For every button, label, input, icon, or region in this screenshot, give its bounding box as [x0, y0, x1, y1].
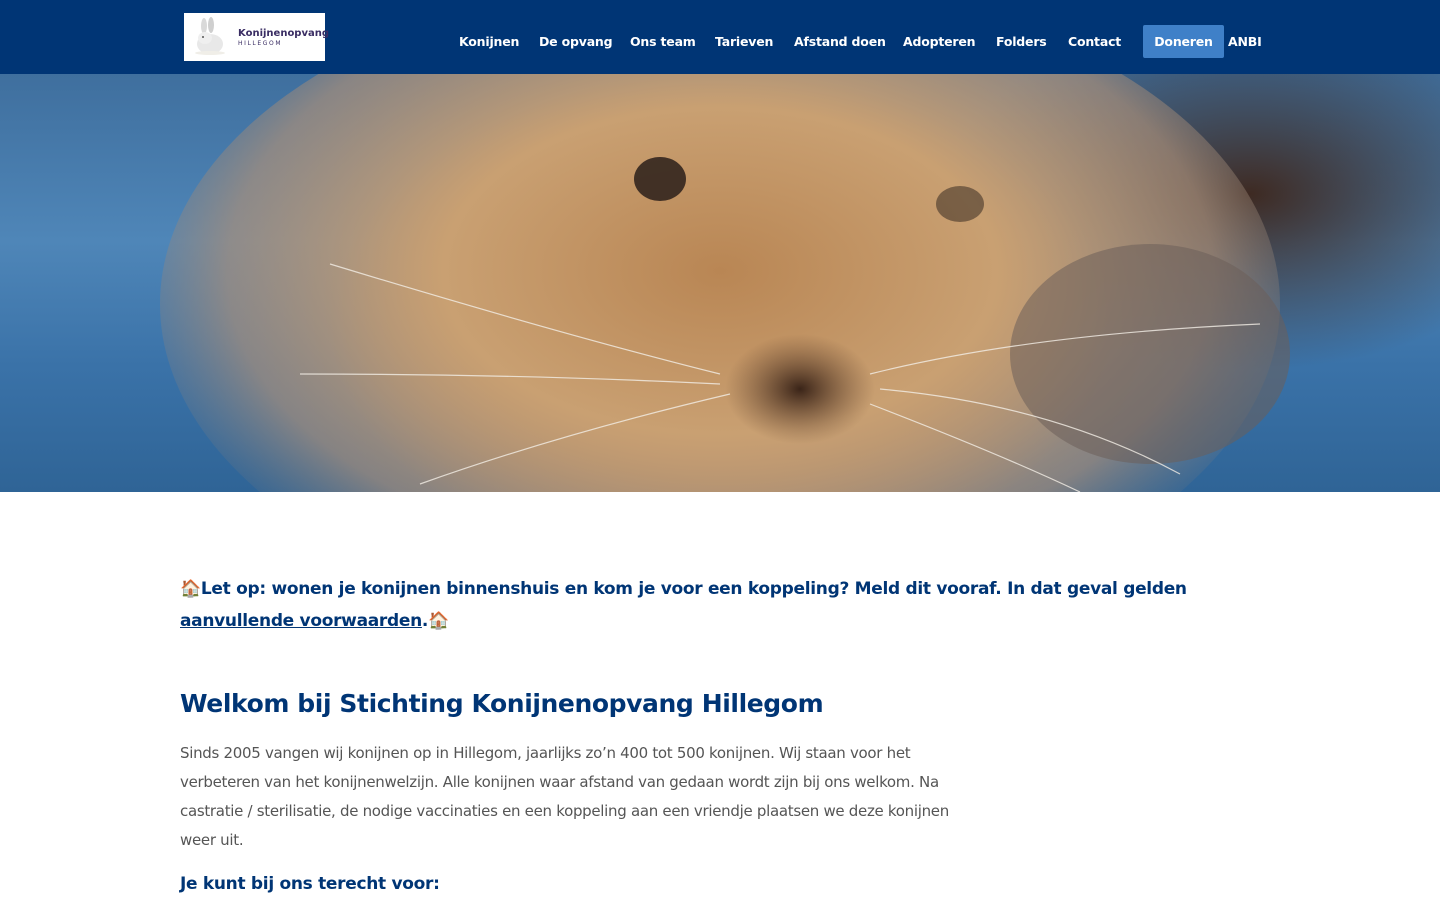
nav-item-tarieven[interactable]: Tarieven: [715, 25, 773, 58]
house-icon: 🏠: [428, 611, 449, 631]
logo-subtitle: HILLEGOM: [238, 39, 283, 47]
logo-text: Konijnenopvang HILLEGOM: [238, 28, 329, 47]
site-header: Konijnenopvang HILLEGOM Konijnen De opva…: [0, 0, 1440, 74]
nav-item-ons-team[interactable]: Ons team: [630, 25, 696, 58]
nav-item-de-opvang[interactable]: De opvang: [539, 25, 613, 58]
hero-rabbit-image: [0, 74, 1440, 492]
rabbit-logo-icon: [190, 17, 230, 57]
house-icon: 🏠: [180, 579, 201, 599]
nav-item-konijnen[interactable]: Konijnen: [459, 25, 519, 58]
site-logo[interactable]: Konijnenopvang HILLEGOM: [184, 13, 329, 61]
nav-item-afstand-doen[interactable]: Afstand doen: [794, 25, 886, 58]
services-heading: Je kunt bij ons terecht voor:: [180, 874, 440, 894]
intro-paragraph: Sinds 2005 vangen wij konijnen op in Hil…: [180, 744, 949, 849]
notice-message: 🏠Let op: wonen je konijnen binnenshuis e…: [180, 573, 1240, 637]
donate-button[interactable]: Doneren: [1143, 25, 1224, 58]
nav-item-anbi[interactable]: ANBI: [1228, 25, 1262, 58]
nav-item-folders[interactable]: Folders: [996, 25, 1047, 58]
logo-name: Konijnenopvang: [238, 27, 330, 39]
nav-item-adopteren[interactable]: Adopteren: [903, 25, 976, 58]
nav-item-contact[interactable]: Contact: [1068, 25, 1121, 58]
page-title: Welkom bij Stichting Konijnenopvang Hill…: [180, 689, 824, 718]
notice-text: Let op: wonen je konijnen binnenshuis en…: [200, 579, 1187, 599]
conditions-link[interactable]: aanvullende voorwaarden: [180, 611, 422, 631]
